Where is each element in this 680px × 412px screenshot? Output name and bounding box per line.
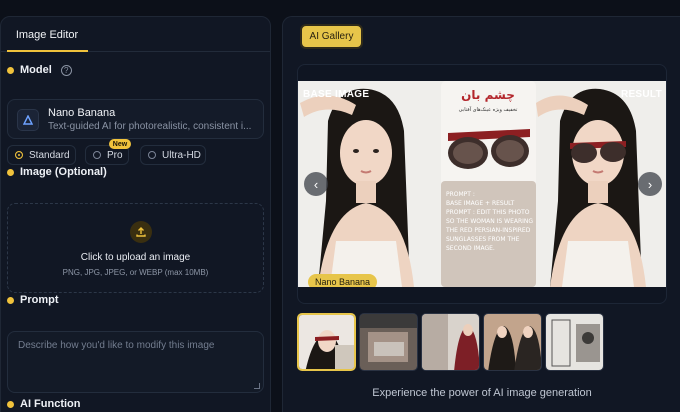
ai-gallery-button[interactable]: AI Gallery: [300, 24, 363, 49]
image-upload-dropzone[interactable]: Click to upload an image PNG, JPG, JPEG,…: [7, 203, 264, 293]
model-tag: Nano Banana: [308, 274, 378, 287]
prompt-section-label: Prompt: [20, 294, 59, 306]
ai-function-section-label: AI Function: [20, 398, 81, 410]
bullet-dot-icon: [7, 66, 14, 74]
upload-hint: PNG, JPG, JPEG, or WEBP (max 10MB): [62, 268, 209, 277]
previous-arrow-icon[interactable]: ‹: [304, 172, 328, 196]
model-description: Text-guided AI for photorealistic, consi…: [48, 121, 252, 132]
quality-option-standard[interactable]: Standard: [7, 145, 76, 165]
svg-text:SECOND IMAGE.: SECOND IMAGE.: [446, 245, 495, 252]
svg-text:THE RED PERSIAN-INSPIRED: THE RED PERSIAN-INSPIRED: [445, 227, 531, 234]
image-section-label: Image (Optional): [20, 166, 107, 178]
editor-panel: Image Editor Model ? Nano Banana Text-gu…: [0, 16, 271, 412]
gallery-panel: AI Gallery چشم بان تخفیف ویژه عینک‌های آ…: [282, 16, 680, 412]
gallery-tagline: Experience the power of AI image generat…: [372, 387, 592, 399]
model-section-label: Model: [20, 64, 52, 76]
model-section-header: Model ?: [7, 64, 72, 76]
next-arrow-icon[interactable]: ›: [638, 172, 662, 196]
svg-text:BASE IMAGE + RESULT: BASE IMAGE + RESULT: [446, 200, 515, 207]
svg-text:تخفیف ویژه عینک‌های آفتابی: تخفیف ویژه عینک‌های آفتابی: [459, 106, 518, 113]
showcase-illustration: چشم بان تخفیف ویژه عینک‌های آفتابی PROMP…: [298, 81, 666, 287]
radio-selected-icon: [15, 151, 23, 159]
model-selector[interactable]: Nano Banana Text-guided AI for photoreal…: [7, 99, 264, 139]
svg-text:SUNGLASSES FROM THE: SUNGLASSES FROM THE: [446, 236, 520, 243]
bullet-dot-icon: [7, 168, 14, 176]
new-badge: New: [109, 139, 131, 149]
editor-tab-strip: Image Editor: [1, 17, 270, 52]
prompt-input[interactable]: Describe how you'd like to modify this i…: [7, 331, 264, 393]
thumbnail-strip: [297, 313, 604, 373]
bullet-dot-icon: [7, 296, 14, 304]
svg-text:چشم بان: چشم بان: [461, 88, 515, 102]
resize-handle-icon[interactable]: [254, 383, 260, 389]
quality-option-label: Ultra-HD: [162, 149, 201, 161]
quality-option-label: Pro: [107, 149, 123, 161]
help-icon[interactable]: ?: [60, 64, 72, 76]
model-logo-icon: [17, 109, 39, 131]
upload-icon: [130, 221, 152, 243]
prompt-placeholder: Describe how you'd like to modify this i…: [18, 340, 215, 351]
quality-option-ultra-hd[interactable]: Ultra-HD: [140, 145, 206, 165]
tab-image-editor[interactable]: Image Editor: [7, 17, 87, 52]
ai-function-section-header: AI Function: [7, 398, 81, 410]
thumbnail[interactable]: [421, 313, 480, 371]
model-name: Nano Banana: [48, 107, 116, 119]
thumbnail[interactable]: [483, 313, 542, 371]
bullet-dot-icon: [7, 400, 14, 408]
base-image-label: BASE IMAGE: [303, 89, 370, 100]
thumbnail[interactable]: [297, 313, 356, 371]
upload-title: Click to upload an image: [80, 252, 191, 263]
svg-text:PROMPT : EDIT THIS PHOTO: PROMPT : EDIT THIS PHOTO: [446, 209, 530, 216]
thumbnail[interactable]: [545, 313, 604, 371]
thumbnail[interactable]: [359, 313, 418, 371]
active-tab-indicator: [7, 50, 88, 52]
image-section-header: Image (Optional): [7, 166, 107, 178]
quality-option-label: Standard: [29, 149, 70, 161]
svg-text:SO THE WOMAN IS WEARING: SO THE WOMAN IS WEARING: [446, 218, 533, 225]
radio-icon: [93, 151, 101, 159]
showcase-image: چشم بان تخفیف ویژه عینک‌های آفتابی PROMP…: [298, 81, 666, 287]
gallery-viewer: چشم بان تخفیف ویژه عینک‌های آفتابی PROMP…: [297, 64, 667, 304]
svg-text:PROMPT :: PROMPT :: [446, 191, 475, 198]
result-label: RESULT: [620, 89, 662, 100]
radio-icon: [148, 151, 156, 159]
prompt-section-header: Prompt: [7, 294, 59, 306]
